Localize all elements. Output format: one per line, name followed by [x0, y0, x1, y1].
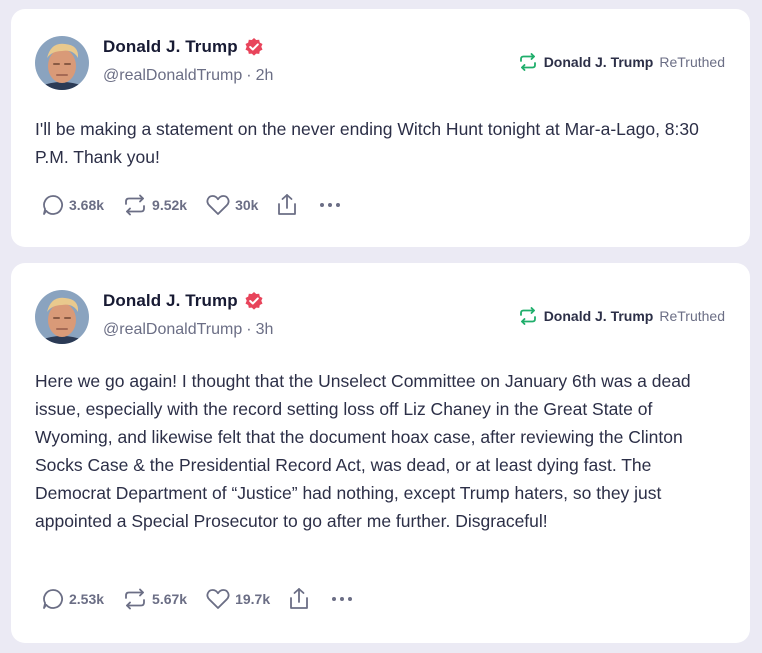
- post-card[interactable]: Donald J. Trump @realDonaldTrump · 2h Do…: [11, 9, 750, 247]
- retruth-button[interactable]: 5.67k: [122, 588, 187, 610]
- retruth-user[interactable]: Donald J. Trump: [544, 308, 654, 324]
- post-time[interactable]: 2h: [256, 67, 274, 85]
- retruth-label: ReTruthed: [659, 54, 725, 70]
- retruth-action-icon: [122, 194, 148, 216]
- post-card[interactable]: Donald J. Trump @realDonaldTrump · 3h Do…: [11, 263, 750, 643]
- like-count: 19.7k: [235, 591, 271, 607]
- share-button[interactable]: [288, 587, 310, 611]
- verified-badge-icon: [244, 291, 264, 311]
- meta-separator: ·: [246, 67, 252, 84]
- post-text: Here we go again! I thought that the Uns…: [35, 371, 691, 531]
- retruth-label: ReTruthed: [659, 308, 725, 324]
- reply-icon: [41, 587, 65, 611]
- author-handle[interactable]: @realDonaldTrump: [103, 67, 242, 85]
- post-text: I'll be making a statement on the never …: [35, 119, 699, 167]
- more-dot-icon: [320, 203, 325, 207]
- share-button[interactable]: [276, 193, 298, 217]
- more-dot-icon: [340, 597, 345, 601]
- more-dot-icon: [336, 203, 341, 207]
- author-handle[interactable]: @realDonaldTrump: [103, 321, 242, 339]
- more-dot-icon: [348, 597, 353, 601]
- author-avatar[interactable]: [35, 290, 89, 344]
- retruth-action-icon: [122, 588, 148, 610]
- like-button[interactable]: 19.7k: [205, 587, 270, 611]
- share-icon: [276, 193, 298, 217]
- retruth-count: 9.52k: [152, 197, 188, 213]
- reply-count: 2.53k: [69, 591, 105, 607]
- verified-badge-icon: [244, 37, 264, 57]
- reply-count: 3.68k: [69, 197, 105, 213]
- retruth-indicator: Donald J. Trump ReTruthed: [518, 53, 725, 71]
- reply-button[interactable]: 3.68k: [41, 193, 104, 217]
- more-options-button[interactable]: [320, 197, 341, 213]
- share-icon: [288, 587, 310, 611]
- more-dot-icon: [328, 203, 333, 207]
- like-count: 30k: [235, 197, 259, 213]
- retruth-indicator: Donald J. Trump ReTruthed: [518, 307, 725, 325]
- author-name[interactable]: Donald J. Trump: [103, 37, 238, 57]
- more-dot-icon: [332, 597, 337, 601]
- heart-icon: [205, 587, 231, 611]
- post-actions: 3.68k 9.52k 30k: [41, 193, 341, 217]
- like-button[interactable]: 30k: [205, 193, 258, 217]
- reply-icon: [41, 193, 65, 217]
- post-time[interactable]: 3h: [256, 321, 274, 339]
- more-options-button[interactable]: [332, 591, 353, 607]
- meta-separator: ·: [246, 321, 252, 338]
- retruth-icon: [518, 307, 538, 325]
- author-name[interactable]: Donald J. Trump: [103, 291, 238, 311]
- retruth-button[interactable]: 9.52k: [122, 194, 187, 216]
- retruth-icon: [518, 53, 538, 71]
- author-avatar[interactable]: [35, 36, 89, 90]
- retruth-user[interactable]: Donald J. Trump: [544, 54, 654, 70]
- heart-icon: [205, 193, 231, 217]
- retruth-count: 5.67k: [152, 591, 188, 607]
- post-actions: 2.53k 5.67k 19.7k: [41, 587, 353, 611]
- reply-button[interactable]: 2.53k: [41, 587, 104, 611]
